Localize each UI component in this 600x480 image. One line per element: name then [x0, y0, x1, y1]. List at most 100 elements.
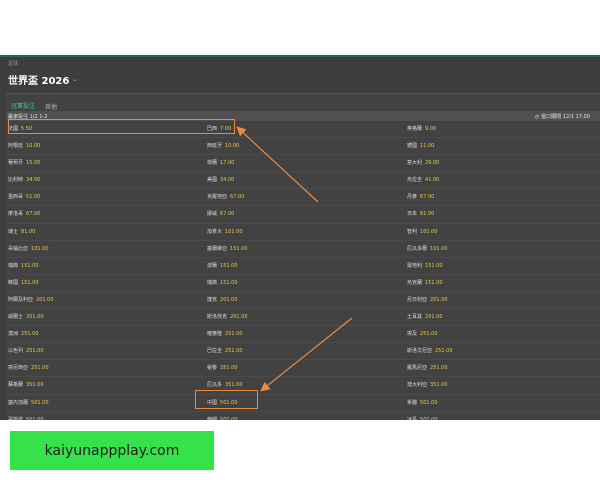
odds-value: 201.00	[425, 314, 443, 321]
tab-other[interactable]: 其他	[43, 101, 59, 112]
selection-cell[interactable]: 挪威 67.00	[207, 210, 234, 217]
selection-cell[interactable]: 土耳其 201.00	[407, 313, 443, 320]
team-name: 丹麥	[407, 194, 418, 201]
selection-cell[interactable]: 斯洛文尼亞 251.00	[407, 347, 453, 354]
odds-value: 67.00	[220, 211, 235, 218]
watermark-banner: kaiyunappplay.com	[10, 431, 214, 470]
chevron-down-icon[interactable]: ⌄	[72, 76, 77, 83]
selection-cell[interactable]: 秘魯 351.00	[207, 364, 238, 371]
selection-cell[interactable]: 荷蘭 17.00	[207, 159, 234, 166]
selection-cell[interactable]: 冰島 501.00	[407, 416, 438, 420]
selection-cell[interactable]: 羅馬尼亞 251.00	[407, 364, 448, 371]
selection-cell[interactable]: 突尼西亞 251.00	[8, 364, 49, 371]
selection-cell[interactable]: 塞爾維亞 151.00	[207, 245, 248, 252]
team-name: 哥斯達	[8, 416, 24, 420]
selection-cell[interactable]: 斯洛伐克 201.00	[207, 313, 248, 320]
selection-cell[interactable]: 捷克 201.00	[207, 296, 238, 303]
odds-value: 251.00	[420, 331, 438, 338]
odds-value: 501.00	[420, 399, 438, 406]
odds-value: 501.00	[26, 416, 44, 420]
odds-value: 351.00	[430, 382, 448, 389]
odds-value: 34.00	[26, 177, 41, 184]
odds-value: 10.00	[26, 143, 41, 150]
odds-value: 151.00	[425, 262, 443, 269]
selection-cell[interactable]: 中國 501.00	[207, 399, 238, 406]
odds-value: 151.00	[425, 279, 443, 286]
selection-cell[interactable]: 厄瓜多 351.00	[207, 381, 243, 388]
selection-cell[interactable]: 以色列 251.00	[8, 347, 44, 354]
selection-cell[interactable]: 瑞典 151.00	[207, 279, 238, 286]
selection-cell[interactable]: 奧地利 151.00	[407, 262, 443, 269]
selection-cell[interactable]: 喀麥隆 251.00	[207, 330, 243, 337]
selection-cell[interactable]: 瑞士 81.00	[8, 228, 35, 235]
selection-cell[interactable]: 丹麥 67.00	[407, 193, 434, 200]
selection-cell[interactable]: 瑞典 151.00	[8, 262, 39, 269]
title-row[interactable]: 世界盃 2026 ⌄	[8, 72, 77, 87]
selection-cell[interactable]: 德國 11.00	[407, 142, 434, 149]
selection-cell[interactable]: 比利時 34.00	[8, 176, 40, 183]
selection-cell[interactable]: 阿爾及利亞 201.00	[8, 296, 54, 303]
selection-cell[interactable]: 智利 101.00	[407, 228, 438, 235]
selection-cell[interactable]: 阿根廷 10.00	[8, 142, 40, 149]
team-name: 波蘭	[207, 262, 218, 269]
selection-cell[interactable]: 蘇格蘭 351.00	[8, 381, 44, 388]
odds-row: 威爾士 201.00 斯洛伐克 201.00 土耳其 201.00	[6, 309, 600, 327]
selection-cell[interactable]: 希臘 501.00	[407, 399, 438, 406]
team-name: 瑞典	[8, 262, 19, 269]
team-name: 喀麥隆	[207, 331, 223, 338]
odds-value: 351.00	[225, 382, 243, 389]
odds-row: 蘇格蘭 351.00 厄瓜多 351.00 澳大利亞 351.00	[6, 377, 600, 395]
selection-cell[interactable]: 韓國 151.00	[8, 279, 39, 286]
selection-cell[interactable]: 英格蘭 9.00	[407, 125, 436, 132]
odds-row: 塞內加爾 501.00 中國 501.00 希臘 501.00	[6, 395, 600, 412]
odds-row: 突尼西亞 251.00 秘魯 351.00 羅馬尼亞 251.00	[6, 360, 600, 378]
selection-cell[interactable]: 伊朗 501.00	[207, 416, 238, 420]
selection-cell[interactable]: 波蘭 151.00	[207, 262, 238, 269]
selection-cell[interactable]: 哥倫比亞 101.00	[8, 245, 49, 252]
team-name: 埃及	[407, 331, 418, 338]
selection-cell[interactable]: 哥斯達 501.00	[8, 416, 44, 420]
odds-row: 阿根廷 10.00 西班牙 10.00 德國 11.00	[6, 138, 600, 156]
odds-value: 151.00	[220, 262, 238, 269]
odds-value: 26.00	[425, 160, 440, 167]
selection-cell[interactable]: 加拿大 101.00	[207, 228, 243, 235]
selection-cell[interactable]: 西班牙 10.00	[207, 142, 239, 149]
odds-row: 摩洛哥 67.00 挪威 67.00 日本 81.00	[6, 206, 600, 224]
selection-cell[interactable]: 克羅地亞 67.00	[207, 193, 244, 200]
team-name: 巴拉圭	[207, 348, 223, 355]
selection-cell[interactable]: 烏克蘭 151.00	[407, 279, 443, 286]
market-label: 贏家投注 1/2 1-2	[8, 114, 48, 120]
selection-cell[interactable]: 日本 81.00	[407, 210, 434, 217]
selection-cell[interactable]: 塞內加爾 501.00	[8, 399, 49, 406]
selection-cell[interactable]: 美國 34.00	[207, 176, 234, 183]
team-name: 塞爾維亞	[207, 245, 228, 252]
selection-cell[interactable]: 澳大利亞 351.00	[407, 381, 448, 388]
breadcrumb[interactable]: 足球	[8, 60, 18, 67]
selection-cell[interactable]: 意大利 26.00	[407, 159, 439, 166]
odds-value: 251.00	[31, 365, 49, 372]
team-name: 秘魯	[207, 365, 218, 372]
odds-value: 34.00	[220, 177, 235, 184]
selection-cell[interactable]: 葡萄牙 15.00	[8, 159, 40, 166]
selection-cell[interactable]: 法國 5.50	[8, 125, 32, 132]
selection-cell[interactable]: 埃及 251.00	[407, 330, 438, 337]
selection-cell[interactable]: 尼日利亞 201.00	[407, 296, 448, 303]
selection-cell[interactable]: 巴西 7.00	[207, 125, 231, 132]
odds-value: 351.00	[220, 365, 238, 372]
selection-cell[interactable]: 烏拉圭 41.00	[407, 176, 439, 183]
odds-value: 251.00	[430, 365, 448, 372]
selection-cell[interactable]: 墨西哥 51.00	[8, 193, 40, 200]
team-name: 冰島	[407, 416, 418, 420]
watermark-text: kaiyunappplay.com	[44, 442, 180, 459]
odds-row: 葡萄牙 15.00 荷蘭 17.00 意大利 26.00	[6, 155, 600, 173]
odds-row: 阿爾及利亞 201.00 捷克 201.00 尼日利亞 201.00	[6, 292, 600, 310]
selection-cell[interactable]: 威爾士 201.00	[8, 313, 44, 320]
odds-row: 哥倫比亞 101.00 塞爾維亞 151.00 厄瓜多爾 101.00	[6, 241, 600, 258]
selection-cell[interactable]: 厄瓜多爾 101.00	[407, 245, 448, 252]
selection-cell[interactable]: 摩洛哥 67.00	[8, 210, 40, 217]
selection-cell[interactable]: 巴拉圭 251.00	[207, 347, 243, 354]
selection-cell[interactable]: 澳洲 251.00	[8, 330, 39, 337]
market-close-info: ◷ 盤口關閉 12/1 17:00	[535, 113, 590, 121]
team-name: 以色列	[8, 348, 24, 355]
odds-value: 51.00	[26, 194, 41, 201]
